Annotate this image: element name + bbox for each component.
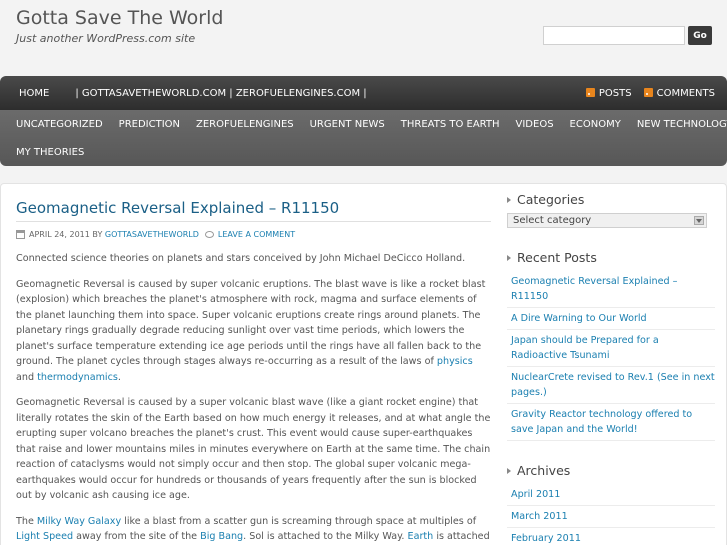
search-button[interactable]: Go xyxy=(688,26,712,45)
arrow-right-icon xyxy=(507,254,511,261)
site-title[interactable]: Gotta Save The World xyxy=(16,7,223,29)
paragraph-text: and xyxy=(16,371,35,383)
cat-economy[interactable]: Economy xyxy=(564,119,627,130)
site-description: Just another WordPress.com site xyxy=(16,32,196,45)
cat-uncategorized[interactable]: Uncategorized xyxy=(10,119,109,130)
post-body: Connected science theories on planets an… xyxy=(16,251,493,545)
earth-link[interactable]: Earth xyxy=(408,531,434,542)
archive-link[interactable]: April 2011 xyxy=(511,489,560,500)
thermodynamics-link[interactable]: thermodynamics xyxy=(37,372,118,383)
list-item: April 2011 xyxy=(507,484,715,506)
categories-title: Categories xyxy=(517,192,585,207)
post-date: April 24, 2011 xyxy=(29,230,90,239)
cat-prediction[interactable]: Prediction xyxy=(113,119,186,130)
archives-widget: Archives April 2011 March 2011 February … xyxy=(507,463,715,545)
sidebar: Categories Select category Recent Posts … xyxy=(507,192,715,545)
paragraph-text: The xyxy=(16,515,34,527)
posts-feed-label: Posts xyxy=(598,87,632,99)
physics-link[interactable]: physics xyxy=(437,356,473,367)
arrow-right-icon xyxy=(507,196,511,203)
post-paragraph: Geomagnetic Reversal is caused by super … xyxy=(16,277,493,386)
nav-home[interactable]: Home xyxy=(13,88,55,99)
list-item: NuclearCrete revised to Rev.1 (See in ne… xyxy=(507,367,715,404)
big-bang-link[interactable]: Big Bang xyxy=(200,531,243,542)
post-paragraph: The Milky Way Galaxy like a blast from a… xyxy=(16,514,493,545)
recent-post-link[interactable]: NuclearCrete revised to Rev.1 (See in ne… xyxy=(511,372,715,398)
categories-widget: Categories Select category xyxy=(507,192,715,228)
list-item: Japan should be Prepared for a Radioacti… xyxy=(507,330,715,367)
paragraph-text: . xyxy=(117,371,121,383)
archives-list: April 2011 March 2011 February 2011 xyxy=(507,484,715,545)
recent-posts-widget: Recent Posts Geomagnetic Reversal Explai… xyxy=(507,250,715,441)
archive-link[interactable]: February 2011 xyxy=(511,533,581,544)
cat-threats-to-earth[interactable]: Threats to Earth xyxy=(395,119,506,130)
list-item: Geomagnetic Reversal Explained – R11150 xyxy=(507,271,715,308)
post-title[interactable]: Geomagnetic Reversal Explained – R11150 xyxy=(16,199,339,217)
cat-my-theories[interactable]: My Theories xyxy=(10,147,90,158)
paragraph-text: . Sol is attached to the Milky Way. xyxy=(243,531,405,542)
paragraph-text: like a blast from a scatter gun is screa… xyxy=(121,515,477,527)
light-speed-link[interactable]: Light Speed xyxy=(16,531,73,542)
calendar-icon xyxy=(16,230,25,239)
paragraph-text: is attached xyxy=(436,531,490,542)
post-author-link[interactable]: gottasavetheworld xyxy=(105,230,199,239)
cat-zerofuelengines[interactable]: zerofuelengines xyxy=(190,119,300,130)
top-navigation: Home | gottasavetheworld.com | zerofuele… xyxy=(0,76,727,110)
posts-feed-link[interactable]: Posts xyxy=(580,87,638,99)
list-item: A Dire Warning to Our World xyxy=(507,308,715,330)
post-paragraph: Geomagnetic Reversal is caused by a supe… xyxy=(16,397,491,501)
archives-title: Archives xyxy=(517,463,571,478)
recent-post-link[interactable]: Japan should be Prepared for a Radioacti… xyxy=(511,335,659,361)
list-item: Gravity Reactor technology offered to sa… xyxy=(507,404,715,441)
search-input[interactable] xyxy=(543,26,685,45)
recent-posts-title: Recent Posts xyxy=(517,250,597,265)
comments-feed-link[interactable]: Comments xyxy=(638,87,721,99)
title-divider xyxy=(16,221,491,222)
post-by: by xyxy=(92,230,103,239)
paragraph-text: away from the site of the xyxy=(76,531,198,542)
recent-post-link[interactable]: A Dire Warning to Our World xyxy=(511,313,647,324)
archive-link[interactable]: March 2011 xyxy=(511,511,568,522)
milky-way-link[interactable]: Milky Way Galaxy xyxy=(37,516,121,527)
list-item: February 2011 xyxy=(507,528,715,545)
leave-comment-link[interactable]: Leave a comment xyxy=(218,230,295,239)
cat-videos[interactable]: Videos xyxy=(510,119,560,130)
cat-urgent-news[interactable]: Urgent News xyxy=(304,119,391,130)
comments-feed-label: Comments xyxy=(656,87,715,99)
category-navigation: Uncategorized Prediction zerofuelengines… xyxy=(0,110,727,166)
comment-icon xyxy=(204,231,214,238)
rss-icon xyxy=(643,87,653,97)
nav-sites-page[interactable]: | gottasavetheworld.com | zerofuelengine… xyxy=(69,88,372,99)
paragraph-text: Geomagnetic Reversal is caused by super … xyxy=(16,278,486,368)
category-select-value: Select category xyxy=(513,215,592,226)
recent-posts-list: Geomagnetic Reversal Explained – R11150 … xyxy=(507,271,715,441)
post-meta: April 24, 2011 by gottasavetheworld Leav… xyxy=(16,230,295,239)
rss-icon xyxy=(585,87,595,97)
category-select[interactable]: Select category xyxy=(507,213,707,228)
dropdown-arrow-icon[interactable] xyxy=(694,216,704,225)
recent-post-link[interactable]: Geomagnetic Reversal Explained – R11150 xyxy=(511,276,677,302)
post-paragraph: Connected science theories on planets an… xyxy=(16,253,466,264)
recent-post-link[interactable]: Gravity Reactor technology offered to sa… xyxy=(511,409,692,435)
list-item: March 2011 xyxy=(507,506,715,528)
cat-new-technology[interactable]: New Technology xyxy=(631,119,727,130)
arrow-right-icon xyxy=(507,467,511,474)
